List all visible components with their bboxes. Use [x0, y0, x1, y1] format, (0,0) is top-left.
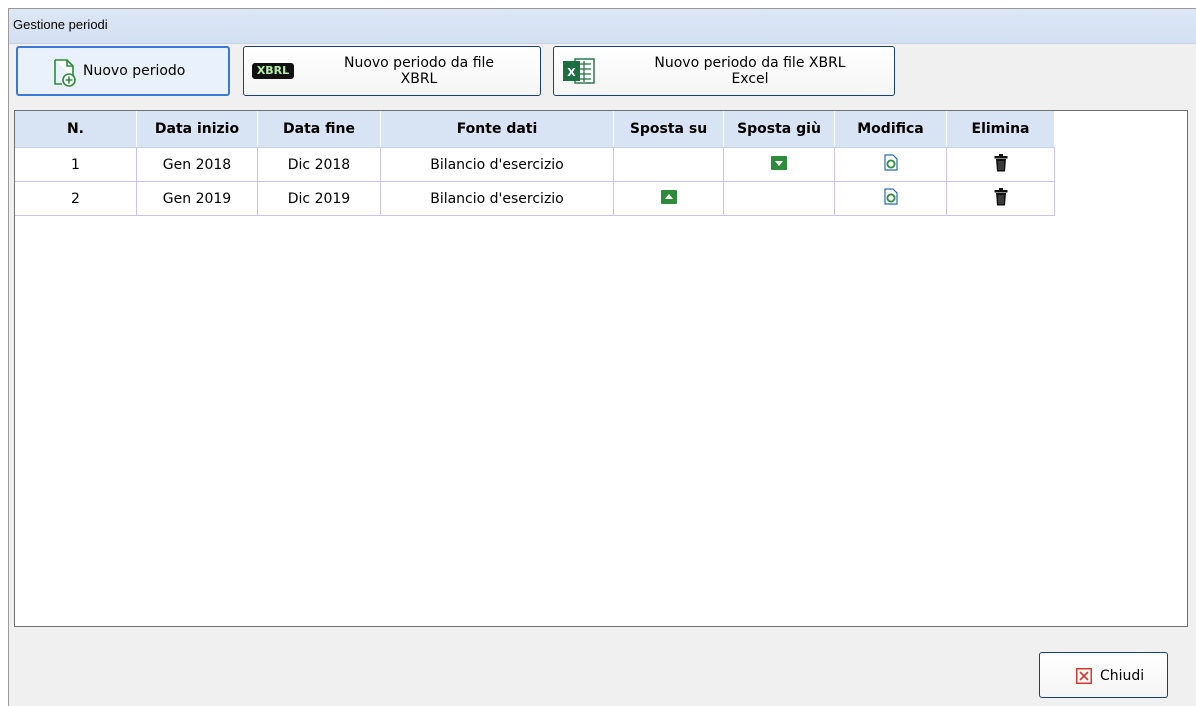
excel-icon: X [562, 57, 596, 89]
cell-n: 1 [15, 147, 137, 182]
xbrl-excel-label-line1: Nuovo periodo da file XBRL [654, 55, 846, 71]
close-label: Chiudi [1100, 668, 1145, 684]
cell-data-source: Bilancio d'esercizio [380, 181, 614, 216]
trash-icon[interactable] [994, 187, 1008, 210]
table-row: 2 Gen 2019 Dic 2019 Bilancio d'esercizio [15, 181, 1055, 216]
close-button[interactable]: Chiudi [1039, 652, 1168, 698]
xbrl-label-line2: XBRL [400, 71, 438, 87]
column-header-data-source: Fonte dati [380, 111, 614, 148]
xbrl-excel-label-line2: Excel [731, 71, 769, 87]
column-header-move-down: Sposta giù [723, 111, 835, 148]
new-period-label: Nuovo periodo [83, 63, 186, 79]
column-header-move-up: Sposta su [613, 111, 724, 148]
xbrl-icon: XBRL [252, 63, 294, 79]
cell-delete [946, 147, 1055, 182]
cell-move-down [723, 147, 835, 182]
table-row: 1 Gen 2018 Dic 2018 Bilancio d'esercizio [15, 147, 1055, 182]
trash-icon[interactable] [994, 153, 1008, 176]
column-header-end-date: Data fine [257, 111, 381, 148]
cell-n: 2 [15, 181, 137, 216]
xbrl-label-line1: Nuovo periodo da file [343, 55, 495, 71]
move-up-icon[interactable] [660, 189, 677, 208]
cell-move-down [723, 181, 835, 216]
move-down-icon[interactable] [771, 155, 787, 174]
column-header-n: N. [15, 111, 137, 148]
cell-start-date: Gen 2018 [136, 147, 258, 182]
cell-edit [834, 181, 947, 216]
close-icon [1076, 668, 1092, 688]
periods-grid: N. Data inizio Data fine Fonte dati Spos… [14, 110, 1188, 627]
new-period-button[interactable]: Nuovo periodo [16, 46, 230, 96]
cell-move-up [613, 181, 724, 216]
new-period-from-xbrl-button[interactable]: XBRL Nuovo periodo da file XBRL [243, 46, 541, 96]
cell-move-up [613, 147, 724, 182]
column-header-delete: Elimina [946, 111, 1055, 148]
cell-end-date: Dic 2019 [257, 181, 381, 216]
cell-delete [946, 181, 1055, 216]
new-document-icon [53, 59, 77, 91]
edit-icon[interactable] [883, 188, 898, 209]
cell-data-source: Bilancio d'esercizio [380, 147, 614, 182]
window-title: Gestione periodi [13, 17, 108, 32]
periods-table: N. Data inizio Data fine Fonte dati Spos… [15, 111, 1055, 216]
title-bar: Gestione periodi [9, 9, 1196, 44]
edit-icon[interactable] [883, 154, 898, 175]
cell-start-date: Gen 2019 [136, 181, 258, 216]
svg-text:X: X [567, 66, 576, 79]
cell-end-date: Dic 2018 [257, 147, 381, 182]
cell-edit [834, 147, 947, 182]
column-header-start-date: Data inizio [136, 111, 258, 148]
new-period-from-xbrl-excel-button[interactable]: X Nuovo periodo da file XBRL Excel [553, 46, 895, 96]
column-header-edit: Modifica [834, 111, 947, 148]
table-header-row: N. Data inizio Data fine Fonte dati Spos… [15, 111, 1055, 148]
